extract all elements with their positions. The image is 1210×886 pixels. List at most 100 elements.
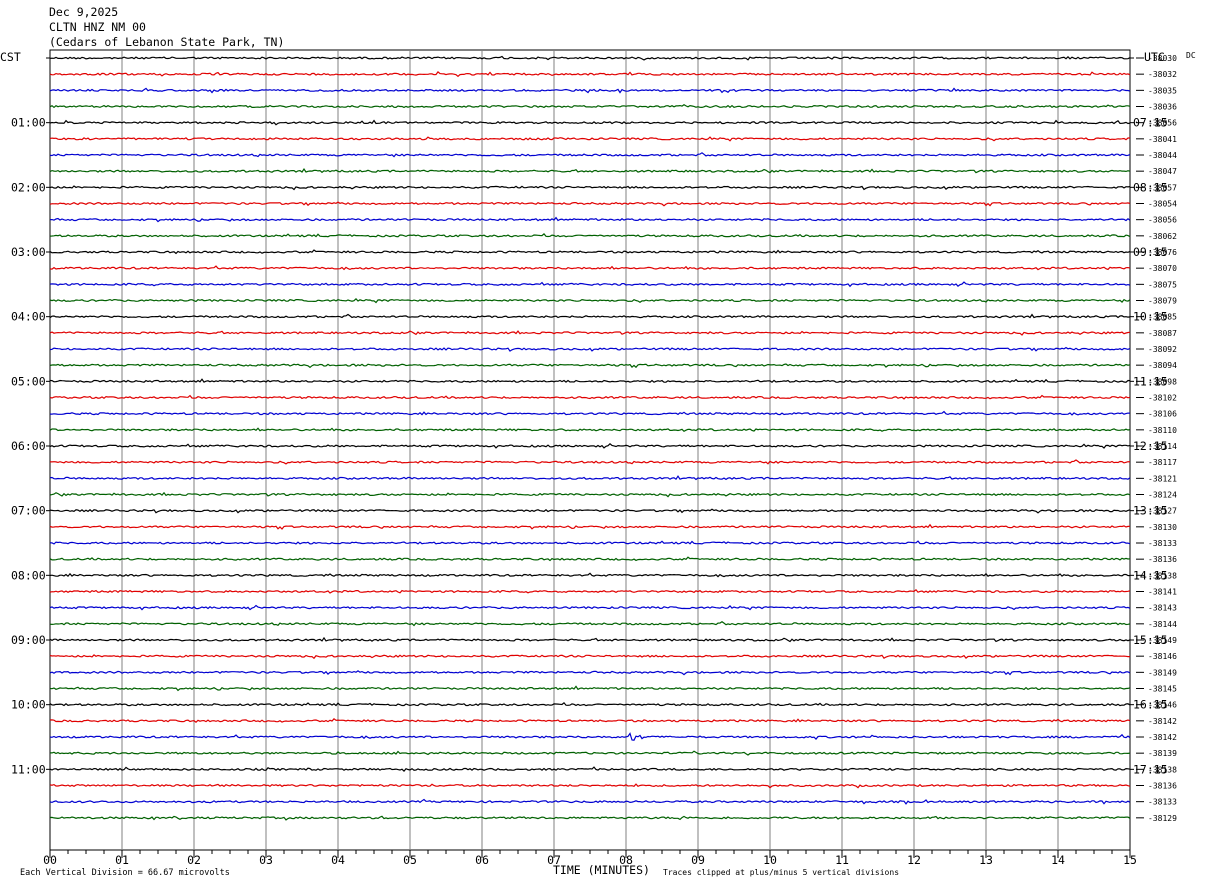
seismic-trace <box>49 71 1131 78</box>
utc-hour-label: 16:15 <box>1133 698 1168 712</box>
left-axis-label: CST <box>0 50 21 64</box>
cst-hour-label: 11:00 <box>11 762 46 776</box>
seismic-trace <box>49 685 1131 692</box>
dc-offset-label: -38087 <box>1148 329 1177 338</box>
clip-note: Traces clipped at plus/minus 5 vertical … <box>663 868 899 877</box>
seismic-trace <box>49 732 1131 741</box>
dc-label: DC <box>1186 51 1196 60</box>
seismic-trace <box>49 508 1131 514</box>
seismic-trace <box>49 604 1131 611</box>
dc-offset-label: -38149 <box>1148 668 1177 677</box>
utc-hour-label: 09:15 <box>1133 245 1168 259</box>
seismic-trace <box>49 523 1131 530</box>
utc-hour-label: 13:15 <box>1133 504 1168 518</box>
utc-hour-label: 17:15 <box>1133 762 1168 776</box>
seismic-trace <box>49 281 1131 288</box>
seismic-trace <box>49 540 1131 545</box>
utc-hour-label: 11:15 <box>1133 374 1168 388</box>
dc-offset-label: -38041 <box>1148 135 1177 144</box>
seismic-trace <box>49 766 1131 772</box>
seismic-trace <box>49 330 1131 336</box>
x-tick-label: 11 <box>835 853 849 867</box>
x-tick-label: 00 <box>43 853 57 867</box>
seismic-trace <box>49 265 1131 271</box>
seismic-trace <box>49 168 1131 174</box>
seismic-trace <box>49 427 1131 433</box>
dc-offset-label: -38141 <box>1148 588 1177 597</box>
seismic-trace <box>49 556 1131 562</box>
x-tick-label: 02 <box>187 853 201 867</box>
utc-hour-label: 12:15 <box>1133 439 1168 453</box>
x-tick-label: 06 <box>475 853 489 867</box>
traces <box>46 55 1134 821</box>
dc-offset-label: -38121 <box>1148 474 1177 483</box>
x-tick-label: 03 <box>259 853 273 867</box>
dc-offset-label: -38130 <box>1148 523 1177 532</box>
seismic-trace <box>49 636 1131 643</box>
dc-offset-label: -38129 <box>1148 814 1177 823</box>
seismic-trace <box>49 572 1131 578</box>
utc-hour-label: 15:15 <box>1133 633 1168 647</box>
cst-hour-label: 03:00 <box>11 245 46 259</box>
seismic-trace <box>49 459 1131 465</box>
header: Dec 9,2025 CLTN HNZ NM 00 (Cedars of Leb… <box>0 5 1196 64</box>
seismic-trace <box>49 136 1130 142</box>
dc-offset-label: -38079 <box>1148 297 1177 306</box>
seismic-trace <box>49 588 1131 594</box>
x-tick-label: 15 <box>1123 853 1137 867</box>
seismic-trace <box>49 442 1131 449</box>
seismic-trace <box>49 620 1131 627</box>
cst-hour-label: 06:00 <box>11 439 46 453</box>
dc-offset-label: -38106 <box>1148 410 1177 419</box>
cst-hour-label: 02:00 <box>11 180 46 194</box>
dc-offset-label: -38075 <box>1148 280 1177 289</box>
x-axis-title: TIME (MINUTES) <box>553 863 650 877</box>
seismic-trace <box>49 798 1131 805</box>
dc-offset-label: -38036 <box>1148 103 1177 112</box>
seismic-trace <box>49 701 1131 707</box>
header-location: (Cedars of Lebanon State Park, TN) <box>49 35 284 49</box>
dc-offset-label: -38110 <box>1148 426 1177 435</box>
utc-hour-label: 14:15 <box>1133 568 1168 582</box>
dc-offset-label: -38133 <box>1148 798 1177 807</box>
x-tick-label: 05 <box>403 853 417 867</box>
seismic-trace <box>49 378 1131 383</box>
dc-offset-label: -38070 <box>1148 264 1177 273</box>
dc-offset-label: -38143 <box>1148 604 1177 613</box>
seismic-trace <box>49 249 1131 255</box>
utc-hour-label: 10:15 <box>1133 310 1168 324</box>
utc-hour-label: 08:15 <box>1133 180 1168 194</box>
dc-offset-label: -38054 <box>1148 200 1177 209</box>
seismic-trace <box>49 491 1131 498</box>
dc-offset-label: -38142 <box>1148 717 1177 726</box>
seismic-trace <box>49 363 1131 369</box>
dc-offset-label: -38142 <box>1148 733 1177 742</box>
seismic-trace <box>49 216 1131 223</box>
x-tick-label: 04 <box>331 853 345 867</box>
seismic-trace <box>49 185 1131 191</box>
dc-offset-label: -38094 <box>1148 361 1177 370</box>
seismic-trace <box>49 103 1131 109</box>
dc-offset-label: -38032 <box>1148 70 1177 79</box>
dc-offset-label: -38144 <box>1148 620 1177 629</box>
scale-note: Each Vertical Division = 66.67 microvolt… <box>20 868 230 878</box>
cst-hour-label: 08:00 <box>11 568 46 582</box>
dc-offset-label: -38145 <box>1148 685 1177 694</box>
labels: -38030-38032-38035-38036-38056-38041-380… <box>11 54 1177 823</box>
dc-offset-label: -38035 <box>1148 86 1177 95</box>
header-station: CLTN HNZ NM 00 <box>49 20 146 34</box>
cst-hour-label: 04:00 <box>11 310 46 324</box>
x-tick-label: 10 <box>763 853 777 867</box>
seismic-trace <box>49 119 1131 126</box>
right-axis-label: UTC <box>1144 50 1165 64</box>
dc-offset-label: -38117 <box>1148 458 1177 467</box>
x-tick-label: 14 <box>1051 853 1065 867</box>
cst-hour-label: 01:00 <box>11 116 46 130</box>
seismic-trace <box>49 152 1131 158</box>
seismic-trace <box>49 815 1131 821</box>
seismic-trace <box>49 717 1131 723</box>
x-tick-label: 12 <box>907 853 921 867</box>
seismic-trace <box>50 410 1131 416</box>
seismic-trace <box>49 346 1131 352</box>
seismic-trace <box>49 394 1131 400</box>
